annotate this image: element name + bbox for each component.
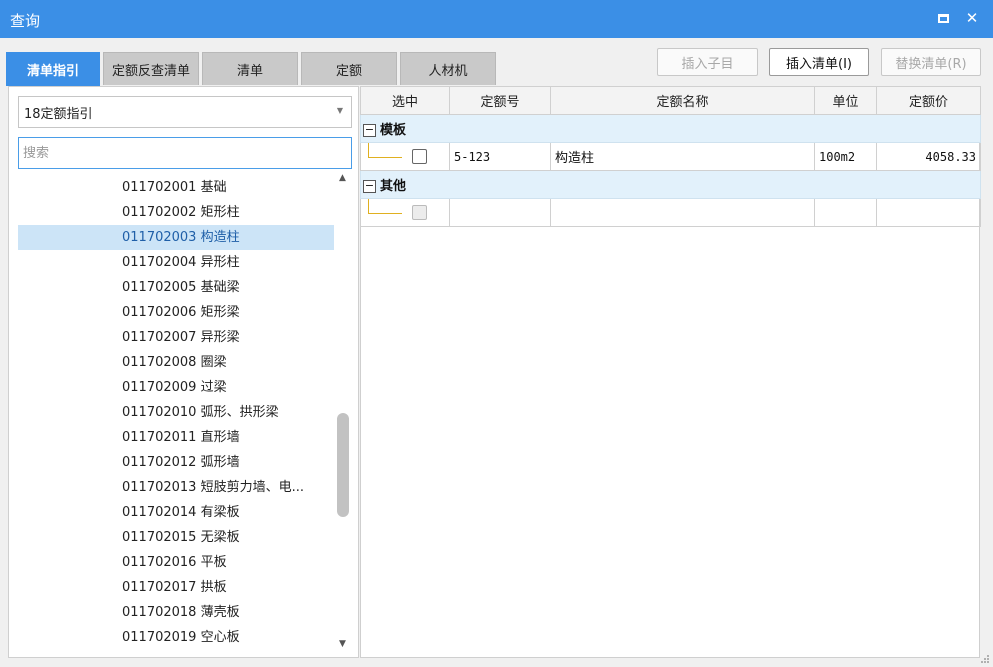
tab-quota[interactable]: 定额 xyxy=(301,52,397,85)
table-row[interactable]: 5-123 构造柱 100m2 4058.33 xyxy=(360,142,981,171)
collapse-icon[interactable]: − xyxy=(363,180,376,193)
quota-code: 5-123 xyxy=(449,142,551,171)
insert-child-button[interactable]: 插入子目 xyxy=(657,48,758,76)
row-checkbox[interactable] xyxy=(412,149,427,164)
replace-list-button[interactable]: 替换清单(R) xyxy=(881,48,981,76)
list-item[interactable]: 011702008 圈梁 xyxy=(18,350,334,375)
quota-grid: 选中 定额号 定额名称 单位 定额价 −模板 5-123 构造柱 100m2 xyxy=(360,86,981,658)
list-item[interactable]: 011702001 基础 xyxy=(18,175,334,200)
quota-code xyxy=(449,198,551,227)
group-row-formwork[interactable]: − 模板 xyxy=(360,114,981,143)
list-item[interactable]: 011702013 短肢剪力墙、电... xyxy=(18,475,334,500)
list-item[interactable]: 011702012 弧形墙 xyxy=(18,450,334,475)
guide-list: 011702001 基础 011702002 矩形柱 011702003 构造柱 01… xyxy=(18,175,334,651)
guide-panel: 18定额指引 ▼ 011702001 基础011702002 矩形柱011702… xyxy=(8,86,359,658)
window-title: 查询 xyxy=(10,12,41,30)
guide-combo[interactable]: 18定额指引 ▼ xyxy=(18,96,352,128)
tab-list-guide[interactable]: 清单指引 xyxy=(6,52,100,86)
collapse-icon[interactable]: − xyxy=(363,124,376,137)
col-header-price[interactable]: 定额价 xyxy=(876,86,981,115)
row-checkbox-disabled xyxy=(412,205,427,220)
group-row-other[interactable]: − 其他 xyxy=(360,170,981,199)
list-item[interactable]: 011702009 过梁 xyxy=(18,375,334,400)
search-input[interactable] xyxy=(18,137,352,169)
tab-reverse-lookup[interactable]: 定额反查清单 xyxy=(103,52,199,85)
quota-unit xyxy=(814,198,877,227)
col-header-select[interactable]: 选中 xyxy=(360,86,450,115)
col-header-unit[interactable]: 单位 xyxy=(814,86,877,115)
list-item[interactable]: 011702016 平板 xyxy=(18,550,334,575)
chevron-down-icon[interactable]: ▼ xyxy=(337,106,343,115)
scrollbar-thumb[interactable] xyxy=(337,413,349,517)
table-row[interactable] xyxy=(360,198,981,227)
scroll-up-icon[interactable]: ▲ xyxy=(339,173,346,183)
tree-line xyxy=(368,199,369,213)
grid-header-row: 选中 定额号 定额名称 单位 定额价 xyxy=(360,86,981,115)
scroll-down-icon[interactable]: ▼ xyxy=(339,639,346,649)
tab-labor-material-machine[interactable]: 人材机 xyxy=(400,52,496,85)
title-bar: 查询 ✕ xyxy=(0,0,993,38)
list-item[interactable]: 011702017 拱板 xyxy=(18,575,334,600)
select-cell xyxy=(360,198,450,227)
close-icon[interactable]: ✕ xyxy=(963,9,981,27)
list-item[interactable]: 011702007 异形梁 xyxy=(18,325,334,350)
list-item[interactable]: 011702004 异形柱 xyxy=(18,250,334,275)
list-item[interactable]: 011702015 无梁板 xyxy=(18,525,334,550)
list-item[interactable]: 011702011 直形墙 xyxy=(18,425,334,450)
tree-line xyxy=(368,143,369,157)
insert-list-button[interactable]: 插入清单(I) xyxy=(769,48,869,76)
resize-grip-icon[interactable] xyxy=(978,652,990,664)
quota-price: 4058.33 xyxy=(876,142,981,171)
group-name: 其他 xyxy=(380,179,407,194)
col-header-code[interactable]: 定额号 xyxy=(449,86,551,115)
tab-bar: 清单指引 定额反查清单 清单 定额 人材机 xyxy=(6,52,496,86)
quota-price xyxy=(876,198,981,227)
list-item[interactable]: 011702003 构造柱 xyxy=(18,225,334,250)
list-item[interactable]: 011702019 空心板 xyxy=(18,625,334,650)
select-cell xyxy=(360,142,450,171)
col-header-name[interactable]: 定额名称 xyxy=(550,86,815,115)
guide-combo-value: 18定额指引 xyxy=(24,106,93,122)
list-item[interactable]: 011702002 矩形柱 xyxy=(18,200,334,225)
list-item[interactable]: 011702018 薄壳板 xyxy=(18,600,334,625)
group-name: 模板 xyxy=(380,123,407,138)
quota-name: 构造柱 xyxy=(550,142,815,171)
list-scrollbar[interactable]: ▲ ▼ xyxy=(337,173,351,653)
quota-name xyxy=(550,198,815,227)
list-item[interactable]: 011702005 基础梁 xyxy=(18,275,334,300)
list-item[interactable]: 011702006 矩形梁 xyxy=(18,300,334,325)
tab-list[interactable]: 清单 xyxy=(202,52,298,85)
quota-unit: 100m2 xyxy=(814,142,877,171)
maximize-icon[interactable] xyxy=(934,9,952,27)
tree-line xyxy=(368,213,402,214)
list-item[interactable]: 011702014 有梁板 xyxy=(18,500,334,525)
list-item[interactable]: 011702010 弧形、拱形梁 xyxy=(18,400,334,425)
tree-line xyxy=(368,157,402,158)
